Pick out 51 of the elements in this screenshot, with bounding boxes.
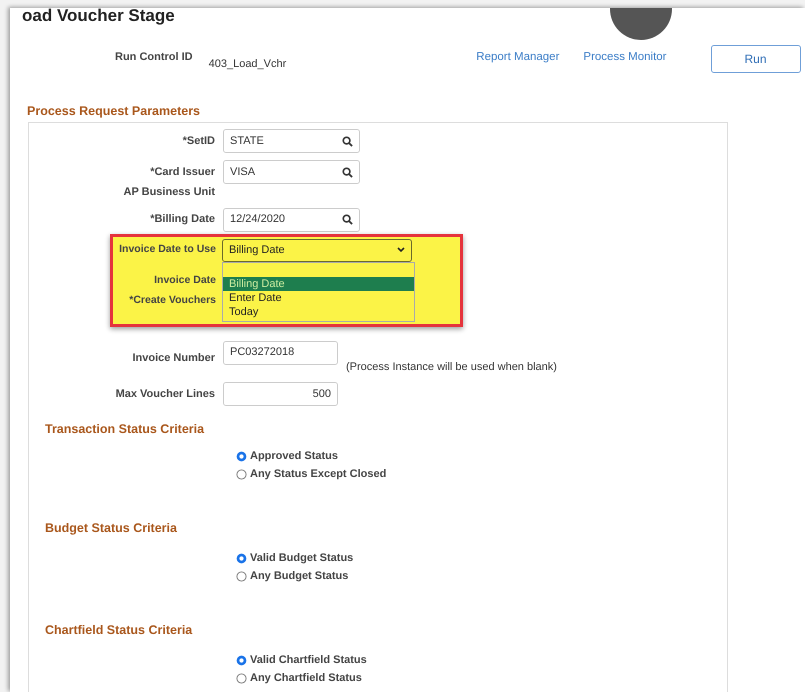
radio-button[interactable] [236, 450, 247, 462]
link[interactable]: Report Manager [476, 49, 560, 66]
dropdown-field[interactable]: Billing Date [222, 238, 412, 262]
field-label: Invoice Date [153, 272, 217, 288]
hint-text: (Process Instance will be used when blank) [346, 360, 557, 374]
radio-label: Any Chartfield Status [250, 670, 362, 686]
radio-button[interactable] [236, 468, 247, 480]
field-label: *SetID [182, 134, 216, 149]
search-icon[interactable] [342, 214, 353, 225]
dropdown-option[interactable]: Today [223, 304, 414, 318]
field-label: *Billing Date [149, 212, 216, 228]
radio-option[interactable]: Any Chartfield Status [236, 669, 727, 687]
dropdown-option[interactable]: Billing Date [223, 276, 414, 290]
lookup-field[interactable]: VISA [223, 160, 360, 184]
search-icon[interactable] [342, 166, 353, 178]
section-title: Process Request Parameters [27, 104, 202, 119]
search-icon[interactable] [342, 136, 353, 146]
lookup-field[interactable]: STATE [223, 129, 360, 153]
radio-label: Valid Budget Status [250, 550, 354, 566]
radio-label: Approved Status [250, 448, 338, 464]
radio-button[interactable] [236, 570, 247, 582]
page-title: oad Voucher Stage [22, 8, 175, 27]
lookup-field[interactable]: 12/24/2020 [223, 208, 360, 232]
radio-option[interactable]: Valid Chartfield Status [236, 651, 727, 669]
field-label: AP Business Unit [122, 185, 216, 200]
radio-button[interactable] [236, 672, 247, 684]
run-button[interactable]: Run [710, 45, 800, 73]
dropdown-option[interactable]: Enter Date [223, 290, 414, 304]
radio-button[interactable] [236, 654, 247, 666]
radio-option[interactable]: Any Status Except Closed [236, 465, 727, 483]
input-field[interactable]: 500 [223, 382, 338, 406]
field-label: Invoice Number [131, 350, 216, 366]
radio-button[interactable] [236, 552, 247, 564]
field-label: *Create Vouchers [128, 292, 217, 308]
link[interactable]: Process Monitor [583, 49, 666, 66]
section-title: Transaction Status Criteria [45, 422, 206, 437]
field-label: Run Control ID [115, 50, 193, 65]
input-field[interactable]: PC03272018 [223, 340, 338, 364]
field-label: Max Voucher Lines [114, 386, 216, 402]
radio-option[interactable]: Approved Status [236, 447, 727, 465]
chevron-icon [397, 247, 405, 253]
field-label: Invoice Date to Use [118, 242, 217, 258]
radio-label: Any Status Except Closed [250, 466, 386, 482]
field-value: 403_Load_Vchr [208, 57, 286, 72]
radio-option[interactable]: Valid Budget Status [236, 549, 727, 567]
radio-label: Any Budget Status [250, 568, 348, 584]
field-label: *Card Issuer [149, 164, 216, 180]
section-title: Chartfield Status Criteria [45, 623, 194, 638]
section-title: Budget Status Criteria [45, 521, 178, 536]
radio-label: Valid Chartfield Status [250, 652, 367, 668]
radio-option[interactable]: Any Budget Status [236, 567, 727, 585]
